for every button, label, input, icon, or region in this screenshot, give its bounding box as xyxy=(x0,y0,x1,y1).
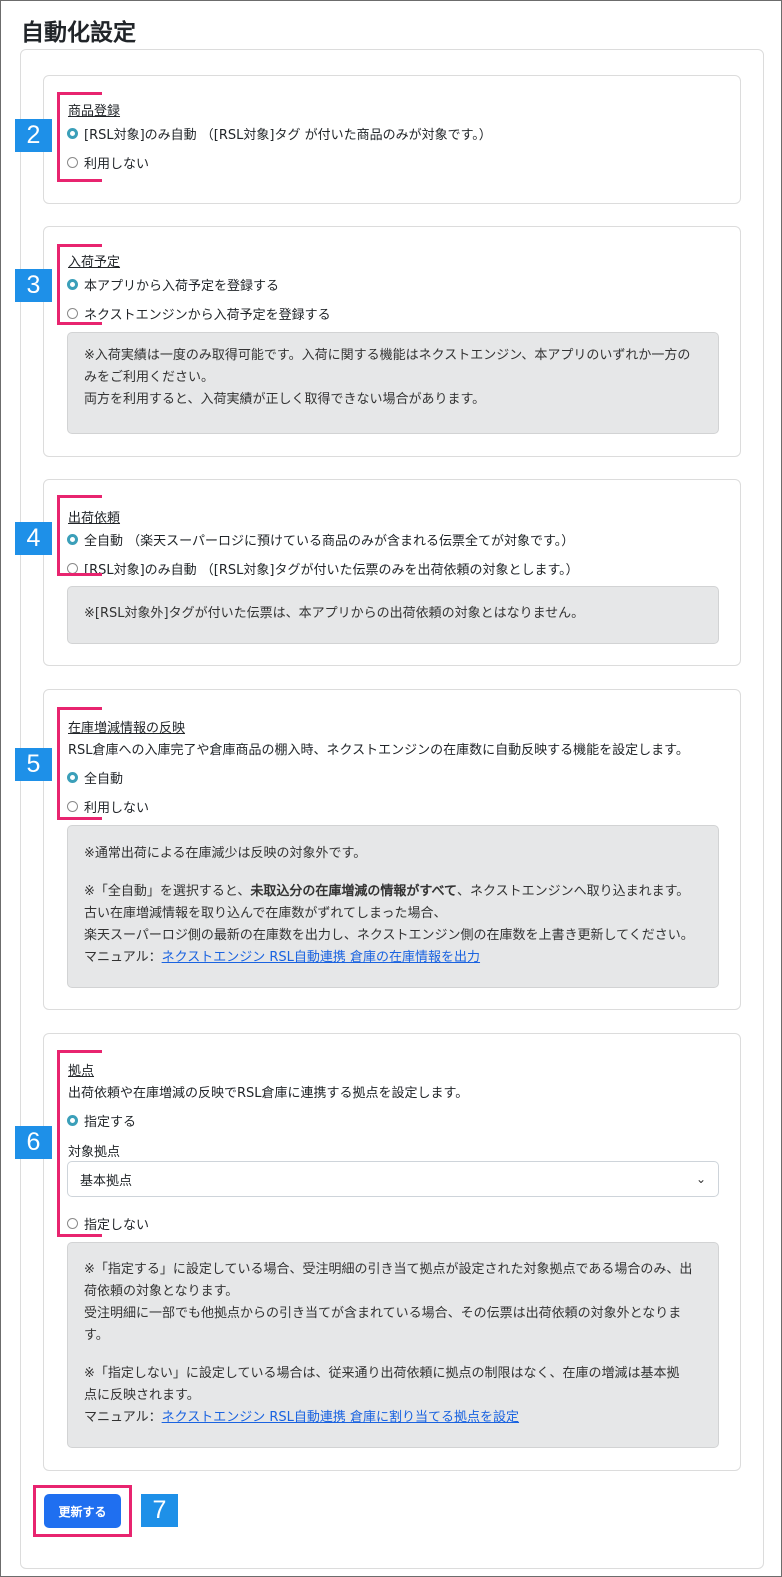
manual-link[interactable]: ネクストエンジン RSL自動連携 倉庫に割り当てる拠点を設定 xyxy=(162,1410,519,1425)
radio-register-from-nextengine[interactable]: ネクストエンジンから入荷予定を登録する xyxy=(67,304,331,323)
section-inventory-sync: 在庫増減情報の反映 RSL倉庫への入庫完了や倉庫商品の棚入時、ネクストエンジンの… xyxy=(43,689,741,1010)
section-description: RSL倉庫への入庫完了や倉庫商品の棚入時、ネクストエンジンの在庫数に自動反映する… xyxy=(68,743,689,758)
info-note: ※[RSL対象外]タグが付いた伝票は、本アプリからの出荷依頼の対象とはなりません… xyxy=(67,586,719,644)
manual-line: マニュアル：ネクストエンジン RSL自動連携 倉庫に割り当てる拠点を設定 xyxy=(84,1410,520,1425)
info-note: ※「指定する」に設定している場合、受注明細の引き当て拠点が設定された対象拠点であ… xyxy=(67,1242,719,1448)
step-badge: 5 xyxy=(15,748,52,781)
section-location: 拠点 出荷依頼や在庫増減の反映でRSL倉庫に連携する拠点を設定します。 指定する… xyxy=(43,1033,741,1471)
radio-full-auto[interactable]: 全自動 （楽天スーパーロジに預けている商品のみが含まれる伝票全てが対象です。） xyxy=(67,530,574,549)
step-badge: 4 xyxy=(15,522,52,555)
highlight-bracket xyxy=(57,1050,102,1237)
section-arrival-schedule: 入荷予定 本アプリから入荷予定を登録する ネクストエンジンから入荷予定を登録する… xyxy=(43,226,741,457)
manual-line: マニュアル：ネクストエンジン RSL自動連携 倉庫の在庫情報を出力 xyxy=(84,950,481,965)
radio-rsl-only[interactable]: [RSL対象]のみ自動 （[RSL対象]タグが付いた伝票のみを出荷依頼の対象とし… xyxy=(67,559,579,578)
info-note: ※入荷実績は一度のみ取得可能です。入荷に関する機能はネクストエンジン、本アプリの… xyxy=(67,332,719,434)
highlight-bracket xyxy=(57,495,102,576)
manual-link[interactable]: ネクストエンジン RSL自動連携 倉庫の在庫情報を出力 xyxy=(162,950,480,965)
note-line: ※「全自動」を選択すると、未取込分の在庫増減の情報がすべて、ネクストエンジンへ取… xyxy=(84,884,690,899)
page-title: 自動化設定 xyxy=(21,20,136,46)
chevron-down-icon: ⌄ xyxy=(695,1172,706,1186)
step-badge: 2 xyxy=(15,119,52,152)
info-note: ※通常出荷による在庫減少は反映の対象外です。 ※「全自動」を選択すると、未取込分… xyxy=(67,825,719,988)
highlight-bracket xyxy=(57,92,102,182)
radio-rsl-only[interactable]: [RSL対象]のみ自動 （[RSL対象]タグ が付いた商品のみが対象です。） xyxy=(67,124,492,143)
section-description: 出荷依頼や在庫増減の反映でRSL倉庫に連携する拠点を設定します。 xyxy=(68,1086,469,1101)
update-button[interactable]: 更新する xyxy=(44,1494,121,1528)
step-badge: 6 xyxy=(15,1126,52,1159)
section-shipping-request: 出荷依頼 全自動 （楽天スーパーロジに預けている商品のみが含まれる伝票全てが対象… xyxy=(43,479,741,666)
highlight-bracket xyxy=(57,244,102,325)
settings-window: 自動化設定 商品登録 [RSL対象]のみ自動 （[RSL対象]タグ が付いた商品… xyxy=(0,0,782,1577)
step-badge: 3 xyxy=(15,269,52,302)
target-location-select[interactable]: 基本拠点 ⌄ xyxy=(67,1161,719,1197)
section-product-registration: 商品登録 [RSL対象]のみ自動 （[RSL対象]タグ が付いた商品のみが対象で… xyxy=(43,75,741,204)
highlight-bracket xyxy=(57,707,102,820)
step-badge: 7 xyxy=(141,1494,178,1527)
